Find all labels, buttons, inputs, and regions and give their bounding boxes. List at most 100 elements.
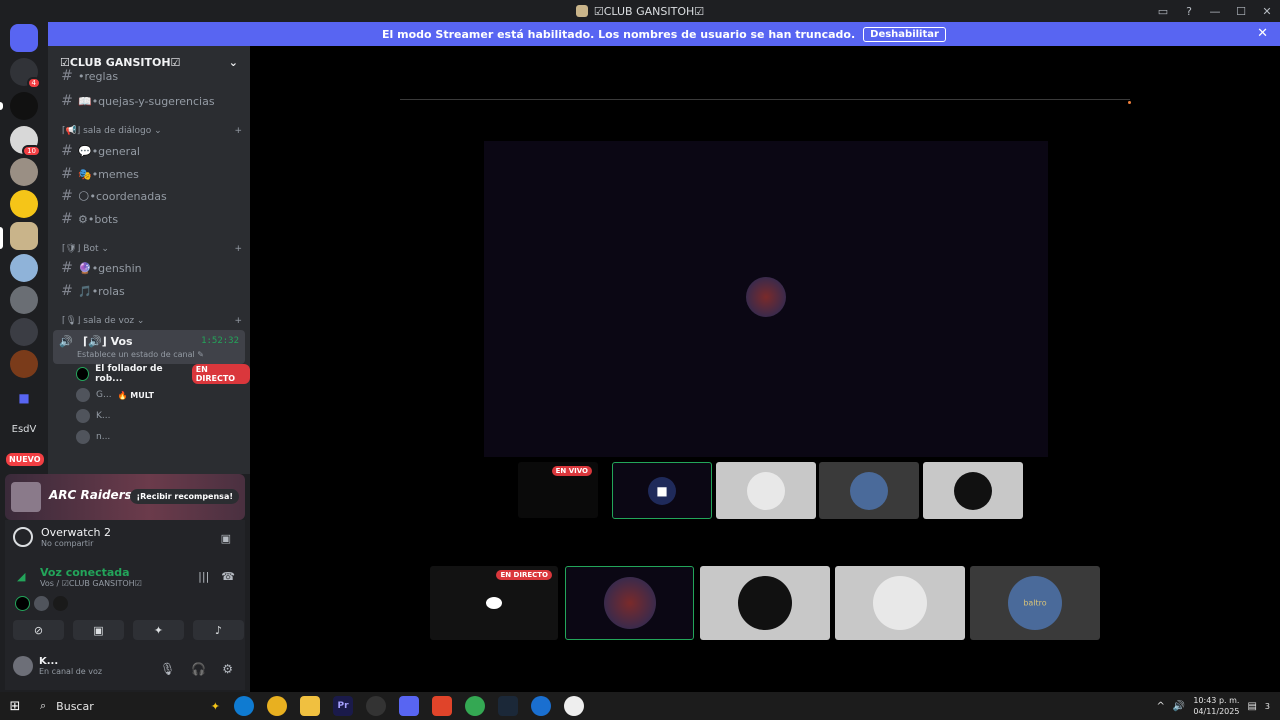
participant-tile[interactable]	[923, 462, 1023, 519]
participant-tile[interactable]	[835, 566, 965, 640]
voice-user[interactable]: K...	[76, 406, 110, 426]
battlenet-icon[interactable]	[531, 696, 551, 716]
server-esdv[interactable]: EsdV	[8, 424, 40, 435]
voice-user[interactable]: G... 🔥 MULT	[76, 385, 154, 405]
brave-icon[interactable]	[432, 696, 452, 716]
avatar	[850, 471, 888, 510]
hash-icon: #	[61, 211, 73, 227]
server-icon-7[interactable]	[10, 318, 38, 346]
channel-genshin[interactable]: # 🔮•genshin	[56, 257, 244, 279]
minimize-button[interactable]: —	[1202, 5, 1228, 18]
taskbar-search[interactable]: ⌕ Buscar ✦	[30, 693, 228, 719]
soundboard-icon[interactable]: ♪	[193, 620, 244, 640]
server-icon	[575, 5, 588, 17]
stream-preview-tile[interactable]: EN VIVO	[518, 462, 598, 518]
chrome-icon[interactable]	[267, 696, 287, 716]
live-badge: EN DIRECTO	[496, 570, 552, 580]
participant-tile-camera[interactable]: ■	[612, 462, 712, 519]
add-channel-icon[interactable]: +	[234, 316, 242, 326]
notification-center-icon[interactable]: ▤	[1247, 701, 1256, 712]
gear-icon[interactable]: ⚙	[222, 662, 233, 676]
screen-share-icon[interactable]: ▣	[73, 620, 124, 640]
file-explorer-icon[interactable]	[300, 696, 320, 716]
focused-video-tile[interactable]	[484, 141, 1048, 457]
channel-rolas[interactable]: # 🎵•rolas	[56, 280, 244, 302]
server-icon-1[interactable]	[10, 92, 38, 120]
screen-share-tile[interactable]: EN DIRECTO	[430, 566, 558, 640]
voice-actions: ⊘ ▣ ✦ ♪	[13, 620, 244, 640]
participant-tile[interactable]: baltro	[970, 566, 1100, 640]
avatar	[747, 471, 785, 510]
overwatch-taskbar-icon[interactable]	[564, 696, 584, 716]
channel-coordenadas[interactable]: # 🌕•coordenadas	[56, 185, 244, 207]
folder-icon[interactable]: ■	[10, 384, 38, 412]
headphones-icon[interactable]: 🎧	[191, 662, 206, 676]
help-icon[interactable]: ?	[1176, 5, 1202, 18]
promo-banner[interactable]: ARC Raiders ¡Recibir recompensa!	[5, 474, 245, 520]
disconnect-icon[interactable]: ☎	[221, 570, 235, 583]
participant-tile[interactable]	[819, 462, 919, 519]
current-user[interactable]: K... En canal de voz	[13, 656, 102, 676]
voice-user[interactable]: n...	[76, 427, 110, 447]
steam-icon[interactable]	[498, 696, 518, 716]
volume-icon[interactable]: 🔊	[1173, 701, 1185, 712]
hash-icon: #	[61, 283, 73, 299]
voice-channel-vos[interactable]: 🔊 ⌈🔊⌋ Vos 1:52:32 Establece un estado de…	[53, 330, 245, 364]
signal-icon[interactable]: ◢	[17, 570, 25, 583]
add-channel-icon[interactable]: +	[234, 244, 242, 254]
claim-reward-button[interactable]: ¡Recibir recompensa!	[130, 489, 239, 504]
chevron-down-icon: ⌄	[228, 55, 238, 69]
server-icon-3[interactable]	[10, 158, 38, 186]
edge-icon[interactable]	[234, 696, 254, 716]
server-icon-2[interactable]: 10	[10, 126, 41, 157]
voice-connection-status: Voz conectada Vos / ☑CLUB GANSITOH☑	[40, 566, 142, 588]
microphone-icon[interactable]: 🎙	[160, 662, 175, 676]
participant-tile-selected[interactable]	[565, 566, 694, 640]
search-icon: ⌕	[40, 699, 47, 712]
server-icon-club-gansitoh[interactable]	[10, 222, 38, 250]
hash-icon: #	[61, 260, 73, 276]
server-icon-6[interactable]	[10, 286, 38, 314]
notification-badge: 4	[26, 77, 41, 89]
maximize-button[interactable]: ☐	[1228, 5, 1254, 18]
dm-notifications-icon[interactable]: 4	[10, 58, 41, 89]
channel-general[interactable]: # 💬•general	[56, 140, 244, 162]
voice-connected-subtitle[interactable]: Vos / ☑CLUB GANSITOH☑	[40, 579, 142, 588]
participant-tile[interactable]	[716, 462, 816, 519]
set-channel-status[interactable]: Establece un estado de canal ✎	[77, 350, 204, 359]
voice-user[interactable]: El follador de rob... EN DIRECTO	[76, 364, 250, 384]
windows-start-icon[interactable]: ⊞	[0, 699, 30, 714]
channel-bots[interactable]: # ⚙•bots	[56, 208, 244, 230]
premiere-icon[interactable]: Pr	[333, 696, 353, 716]
camera-off-icon[interactable]: ⊘	[13, 620, 64, 640]
category-sala-voz[interactable]: ⌈🎙⌋ sala de voz ⌄ +	[62, 316, 242, 326]
voice-connected-title: Voz conectada	[40, 566, 130, 579]
category-bot[interactable]: ⌈🛡⌋ Bot ⌄ +	[62, 244, 242, 254]
server-icon-4[interactable]	[10, 190, 38, 218]
chrome-icon-2[interactable]	[465, 696, 485, 716]
tile-text: baltro	[1023, 598, 1047, 608]
disable-streamer-button[interactable]: Deshabilitar	[863, 26, 946, 42]
close-window-button[interactable]: ✕	[1254, 5, 1280, 18]
discord-icon[interactable]	[399, 696, 419, 716]
home-icon[interactable]	[10, 24, 38, 52]
obs-icon[interactable]	[366, 696, 386, 716]
close-banner-icon[interactable]: ✕	[1257, 26, 1268, 41]
channel-memes[interactable]: # 🎭•memes	[56, 163, 244, 185]
clock[interactable]: 10:43 p. m. 04/11/2025	[1193, 695, 1239, 717]
channel-quejas[interactable]: # 📖•quejas-y-sugerencias	[56, 90, 244, 112]
channel-reglas[interactable]: # •reglas	[56, 68, 244, 84]
noise-suppression-icon[interactable]: |||	[198, 570, 209, 583]
inbox-icon[interactable]: ▭	[1150, 5, 1176, 18]
live-badge: EN VIVO	[551, 466, 592, 476]
avatar	[34, 596, 49, 611]
activities-icon[interactable]: ✦	[133, 620, 184, 640]
server-icon-5[interactable]	[10, 254, 38, 282]
tray-arrow-icon[interactable]: ^	[1157, 701, 1165, 712]
participant-tile[interactable]	[700, 566, 830, 640]
category-sala-dialogo[interactable]: ⌈📢⌋ sala de diálogo ⌄ +	[62, 126, 242, 136]
add-channel-icon[interactable]: +	[234, 126, 242, 136]
share-screen-icon[interactable]: ▣	[221, 532, 231, 545]
clock-date: 04/11/2025	[1193, 707, 1240, 716]
server-icon-8[interactable]	[10, 350, 38, 378]
